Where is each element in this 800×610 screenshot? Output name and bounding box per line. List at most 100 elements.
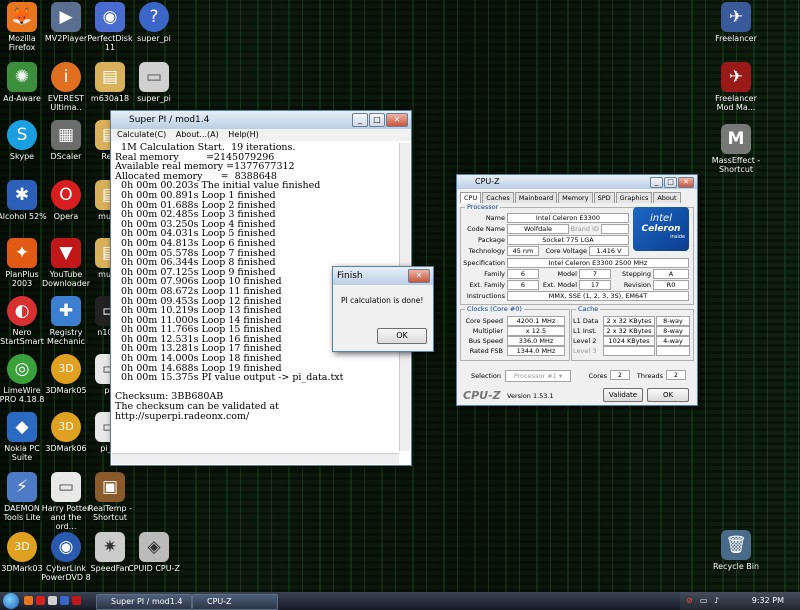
cores-value: 2 (610, 370, 630, 380)
field-label: Ext. Family (469, 281, 505, 289)
tab-about[interactable]: About (653, 192, 681, 203)
clock[interactable]: 9:32 PM (752, 596, 784, 605)
icon-label: YouTube Downloader (42, 270, 90, 288)
desktop-quicklaunch-icon[interactable] (48, 596, 57, 605)
ok-button[interactable]: OK (377, 328, 427, 344)
icon-label: Recycle Bin (712, 562, 760, 571)
revision-value: R0 (653, 280, 689, 290)
package-value: Socket 775 LGA (507, 235, 629, 245)
finish-titlebar[interactable]: Finish ✕ (333, 267, 433, 285)
nero-icon: ◐ (7, 296, 37, 326)
youtube-quicklaunch-icon[interactable] (72, 596, 81, 605)
menu-about[interactable]: About...(A) (176, 130, 219, 139)
cpuz-window: CPU-Z _ □ ✕ CPU Caches Mainboard Memory … (456, 174, 698, 406)
everest-icon: i (51, 62, 81, 92)
realtemp-icon: ▣ (95, 472, 125, 502)
processor-select[interactable]: Processor #1 ▾ (505, 370, 571, 382)
firefox-quicklaunch-icon[interactable] (24, 596, 33, 605)
field-label: Cores (588, 372, 607, 380)
volume-icon[interactable]: ♪ (714, 596, 719, 605)
alert-icon[interactable]: ⊘ (686, 596, 693, 605)
close-button[interactable]: ✕ (386, 113, 408, 127)
field-label: Family (484, 270, 505, 278)
superpi-file-desktop-icon[interactable]: ▭ super_pi (128, 62, 180, 103)
taskbar-button-superpi[interactable]: Super PI / mod1.4 (96, 594, 192, 610)
ok-button[interactable]: OK (647, 388, 689, 402)
freelancer-mod-desktop-icon[interactable]: ✈ Freelancer Mod Ma... (710, 62, 762, 112)
icon-label: Freelancer (715, 34, 757, 43)
start-button[interactable] (3, 593, 19, 609)
superpi-help-desktop-icon[interactable]: ? super_pi (128, 2, 180, 43)
ext-model-value: 17 (579, 280, 611, 290)
field-label: L1 Data (573, 317, 599, 325)
icon-label: super_pi (137, 34, 171, 43)
nokia-icon: ◆ (7, 412, 37, 442)
cpuz-title: CPU-Z (475, 177, 500, 186)
l1-data-assoc-value: 8-way (656, 316, 690, 326)
tab-spd[interactable]: SPD (593, 192, 615, 203)
close-button[interactable]: ✕ (408, 269, 430, 283)
icon-label: Harry Potter and the ord... (41, 504, 91, 531)
field-label: Package (478, 236, 505, 244)
tab-memory[interactable]: Memory (558, 192, 593, 203)
stepping-value: A (653, 269, 689, 279)
alcohol-icon: ✱ (7, 180, 37, 210)
mv2player-icon: ▶ (51, 2, 81, 32)
daemon-icon: ⚡ (7, 472, 37, 502)
validate-button[interactable]: Validate (603, 388, 643, 402)
field-label: Code Name (467, 225, 505, 233)
field-label: Rated FSB (469, 347, 503, 355)
recycle-bin-desktop-icon[interactable]: 🗑 Recycle Bin (710, 530, 762, 571)
powerdvd-icon: ◉ (51, 532, 81, 562)
window-switch-quicklaunch-icon[interactable] (60, 596, 69, 605)
file-icon: ▭ (51, 472, 81, 502)
icon-label: 3DMark03 (1, 564, 43, 573)
icon-label: super_pi (137, 94, 171, 103)
icon-label: PlanPlus 2003 (5, 270, 39, 288)
superpi-titlebar[interactable]: Super PI / mod1.4 _ □ ✕ (111, 111, 411, 129)
realtemp-desktop-icon[interactable]: ▣ RealTemp - Shortcut (84, 472, 136, 522)
finish-message: PI calculation is done! (341, 296, 424, 305)
network-icon[interactable]: ▭ (700, 596, 708, 605)
cpuz-desktop-icon[interactable]: ◈ CPUID CPU-Z (128, 532, 180, 573)
finish-dialog: Finish ✕ PI calculation is done! OK (332, 266, 434, 352)
taskbar-button-cpuz[interactable]: CPU-Z (192, 594, 278, 610)
menu-help[interactable]: Help(H) (228, 130, 259, 139)
minimize-button[interactable]: _ (650, 177, 663, 188)
maximize-button[interactable]: □ (369, 113, 385, 127)
icon-label: Mozilla Firefox (8, 34, 36, 52)
group-legend: Clocks (Core #0) (465, 305, 524, 313)
field-label: Brand ID (570, 225, 599, 233)
3dmark-icon: 3D (7, 532, 37, 562)
horizontal-scrollbar[interactable] (112, 453, 399, 464)
tab-graphics[interactable]: Graphics (615, 192, 653, 203)
threads-value: 2 (666, 370, 686, 380)
specification-value: Intel Celeron E3300 2500 MHz (507, 258, 689, 268)
freelancer-desktop-icon[interactable]: ✈ Freelancer (710, 2, 762, 43)
icon-label: m630a18 (90, 94, 130, 103)
rated-fsb-value: 1344.0 MHz (507, 346, 565, 356)
brand-id-value (601, 224, 629, 234)
logo-brand: intel (650, 213, 672, 224)
field-label: Selection (471, 372, 501, 380)
tab-cpu[interactable]: CPU (460, 192, 482, 203)
close-button[interactable]: ✕ (678, 177, 694, 188)
opera-quicklaunch-icon[interactable] (36, 596, 45, 605)
menu-calculate[interactable]: Calculate(C) (117, 130, 166, 139)
download-icon: ▼ (51, 238, 81, 268)
icon-label: Nokia PC Suite (4, 444, 40, 462)
masseffect-desktop-icon[interactable]: M MassEffect - Shortcut (710, 124, 762, 174)
icon-label: LimeWire PRO 4.18.8 (0, 386, 45, 404)
field-label: Threads (636, 372, 663, 380)
icon-label: PerfectDisk 11 (87, 34, 133, 52)
cpuz-titlebar[interactable]: CPU-Z _ □ ✕ (457, 175, 697, 189)
field-label: Specification (463, 259, 505, 267)
maximize-button[interactable]: □ (664, 177, 677, 188)
tab-mainboard[interactable]: Mainboard (514, 192, 558, 203)
l1-inst-assoc-value: 8-way (656, 326, 690, 336)
icon-label: Freelancer Mod Ma... (715, 94, 757, 112)
minimize-button[interactable]: _ (352, 113, 368, 127)
core-voltage-value: 1.416 V (589, 246, 629, 256)
tab-caches[interactable]: Caches (482, 192, 514, 203)
recycle-bin-icon: 🗑 (721, 530, 751, 560)
